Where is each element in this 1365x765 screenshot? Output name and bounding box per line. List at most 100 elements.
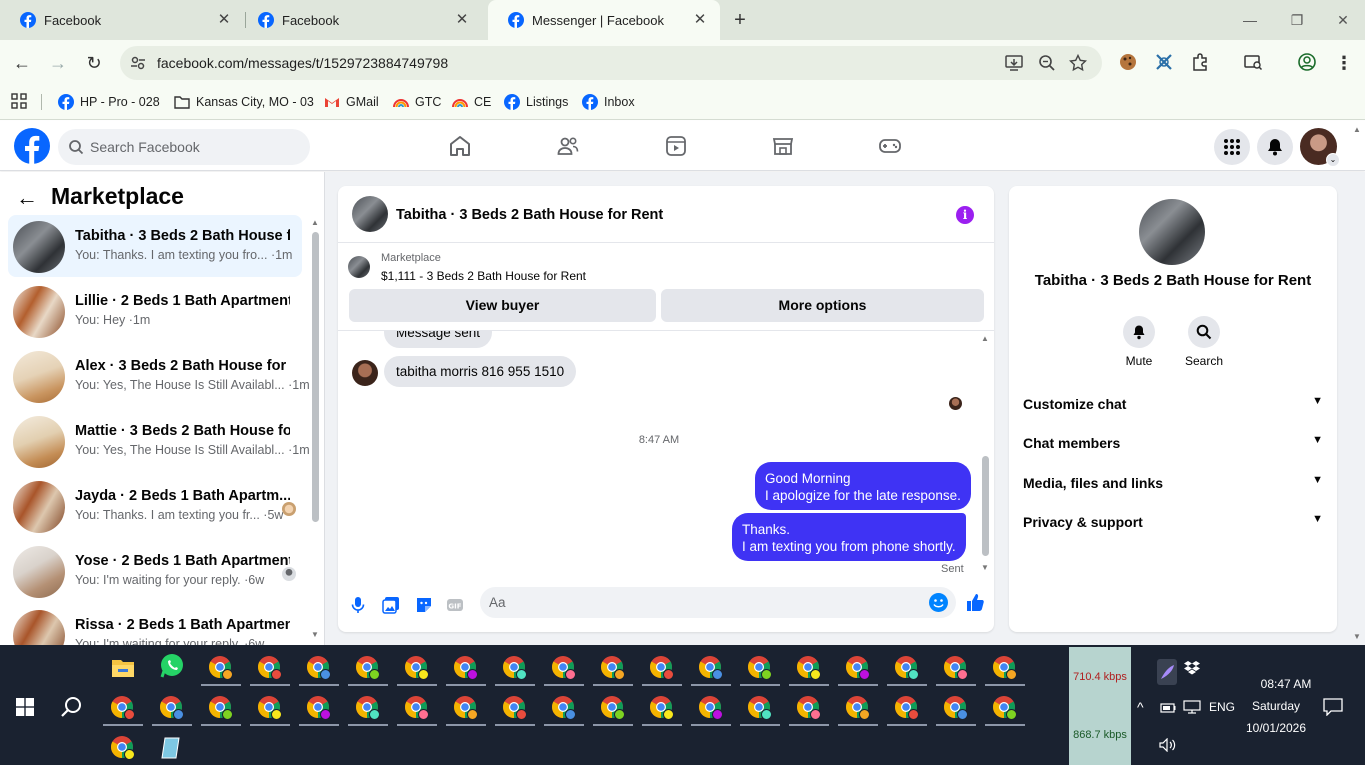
microphone-icon[interactable]: [349, 596, 367, 614]
show-hidden-icons[interactable]: ^: [1137, 699, 1144, 715]
customize-chat-section[interactable]: Customize chat ▼: [1023, 395, 1323, 412]
profile-icon[interactable]: [1297, 52, 1317, 72]
scroll-down-icon[interactable]: ▼: [981, 563, 989, 572]
chrome-profile-icon[interactable]: [747, 695, 773, 721]
close-tab-icon[interactable]: ✕: [454, 12, 470, 28]
network-icon[interactable]: [1183, 700, 1201, 714]
site-info-icon[interactable]: [130, 55, 146, 71]
chrome-profile-icon[interactable]: [404, 695, 430, 721]
scroll-down-icon[interactable]: ▼: [311, 630, 319, 639]
chrome-profile-icon[interactable]: [404, 655, 430, 681]
menu-button[interactable]: [1214, 129, 1250, 165]
chrome-profile-icon[interactable]: [551, 695, 577, 721]
scroll-up-icon[interactable]: ▲: [311, 218, 319, 227]
address-bar[interactable]: facebook.com/messages/t/1529723884749798: [120, 46, 1102, 80]
message-input[interactable]: Aa: [480, 587, 956, 618]
chrome-profile-icon[interactable]: [943, 655, 969, 681]
friends-icon[interactable]: [556, 134, 580, 158]
cookie-extension-icon[interactable]: [1118, 52, 1138, 72]
install-app-icon[interactable]: [1005, 54, 1023, 72]
browser-tab-3-active[interactable]: Messenger | Facebook ✕: [488, 0, 720, 40]
sticker-icon[interactable]: [415, 596, 433, 614]
volume-icon[interactable]: [1159, 738, 1177, 752]
page-scroll-down-icon[interactable]: ▼: [1353, 632, 1361, 641]
listing-title[interactable]: $1,111 - 3 Beds 2 Bath House for Rent: [381, 269, 586, 283]
bookmark-ce[interactable]: CE: [452, 92, 491, 112]
chrome-profile-icon[interactable]: [502, 655, 528, 681]
chrome-profile-icon[interactable]: [453, 695, 479, 721]
chat-scrollbar[interactable]: [982, 456, 989, 556]
chrome-profile-icon[interactable]: [698, 695, 724, 721]
taskbar-search-icon[interactable]: [60, 695, 84, 719]
zoom-icon[interactable]: [1038, 54, 1056, 72]
apps-grid-icon[interactable]: [11, 93, 27, 109]
clock-date[interactable]: 10/01/2026: [1236, 721, 1316, 735]
reload-icon[interactable]: ↻: [83, 52, 105, 74]
browser-menu-icon[interactable]: ⋮: [1333, 52, 1355, 74]
chrome-profile-icon[interactable]: [845, 695, 871, 721]
page-scroll-up-icon[interactable]: ▲: [1353, 125, 1361, 134]
chrome-profile-icon[interactable]: [747, 655, 773, 681]
chrome-profile-icon[interactable]: [257, 655, 283, 681]
clock-time[interactable]: 08:47 AM: [1246, 677, 1326, 691]
dropbox-icon[interactable]: [1184, 659, 1200, 675]
chrome-profile-icon[interactable]: [257, 695, 283, 721]
chrome-profile-icon[interactable]: [208, 655, 234, 681]
forward-icon[interactable]: →: [47, 52, 69, 74]
chrome-profile-icon[interactable]: [355, 655, 381, 681]
chrome-profile-icon[interactable]: [453, 655, 479, 681]
media-files-links-section[interactable]: Media, files and links ▼: [1023, 474, 1323, 491]
chrome-profile-icon[interactable]: [306, 695, 332, 721]
chrome-profile-icon[interactable]: [992, 695, 1018, 721]
extension-icon[interactable]: [1154, 52, 1174, 72]
chat-avatar[interactable]: [352, 196, 388, 232]
conversation-item[interactable]: Tabitha · 3 Beds 2 Bath House f... You: …: [8, 215, 302, 277]
clock-day[interactable]: Saturday: [1236, 699, 1316, 713]
close-window-icon[interactable]: ✕: [1333, 10, 1353, 30]
chrome-profile-icon[interactable]: [796, 695, 822, 721]
sender-avatar[interactable]: [352, 360, 378, 386]
battery-icon[interactable]: [1160, 700, 1176, 714]
photo-icon[interactable]: [382, 596, 400, 614]
chrome-profile-icon[interactable]: [551, 655, 577, 681]
mute-button[interactable]: Mute: [1109, 316, 1169, 368]
facebook-search-input[interactable]: Search Facebook: [58, 129, 310, 165]
account-avatar[interactable]: ⌄: [1300, 128, 1340, 167]
privacy-support-section[interactable]: Privacy & support ▼: [1023, 513, 1323, 530]
new-tab-button[interactable]: +: [730, 10, 750, 30]
chrome-profile-icon[interactable]: [355, 695, 381, 721]
gaming-icon[interactable]: [878, 134, 902, 158]
conversation-item[interactable]: Jayda · 2 Beds 1 Bath Apartm... You: Tha…: [8, 475, 302, 537]
chat-title[interactable]: Tabitha · 3 Beds 2 Bath House for Rent: [396, 207, 663, 223]
tab-search-icon[interactable]: [1243, 52, 1263, 72]
close-tab-icon[interactable]: ✕: [692, 12, 708, 28]
notification-center-icon[interactable]: [1323, 698, 1343, 716]
conversation-item[interactable]: Yose · 2 Beds 1 Bath Apartment You: I'm …: [8, 540, 302, 602]
conversation-item[interactable]: Lillie · 2 Beds 1 Bath Apartment ... You…: [8, 280, 302, 342]
chrome-profile-icon[interactable]: [600, 655, 626, 681]
chrome-profile-icon[interactable]: [110, 695, 136, 721]
chrome-profile-icon[interactable]: [649, 695, 675, 721]
marketplace-icon[interactable]: [771, 134, 795, 158]
chat-members-section[interactable]: Chat members ▼: [1023, 434, 1323, 451]
scroll-up-icon[interactable]: ▲: [981, 334, 989, 343]
restore-icon[interactable]: ❐: [1287, 10, 1307, 30]
sidebar-scrollbar[interactable]: [312, 232, 319, 522]
bookmark-kansas-city[interactable]: Kansas City, MO - 03: [174, 92, 314, 112]
chrome-profile-icon[interactable]: [698, 655, 724, 681]
conversation-item[interactable]: Mattie · 3 Beds 2 Bath House fo... You: …: [8, 410, 310, 472]
bookmark-gtc[interactable]: GTC: [393, 92, 441, 112]
browser-tab-2[interactable]: Facebook ✕: [238, 0, 482, 40]
back-icon[interactable]: ←: [11, 52, 33, 74]
conversation-item[interactable]: Alex · 3 Beds 2 Bath House for R... You:…: [8, 345, 310, 407]
feather-tray-icon[interactable]: [1157, 659, 1177, 685]
back-arrow-icon[interactable]: ←: [16, 186, 40, 210]
more-options-button[interactable]: More options: [661, 289, 984, 322]
info-icon[interactable]: i: [956, 206, 974, 224]
chrome-profile-icon[interactable]: [649, 655, 675, 681]
bookmark-listings[interactable]: Listings: [504, 92, 568, 112]
chat-profile-avatar[interactable]: [1139, 199, 1205, 265]
search-in-chat-button[interactable]: Search: [1174, 316, 1234, 368]
home-icon[interactable]: [448, 134, 472, 158]
bookmark-star-icon[interactable]: [1069, 54, 1087, 72]
